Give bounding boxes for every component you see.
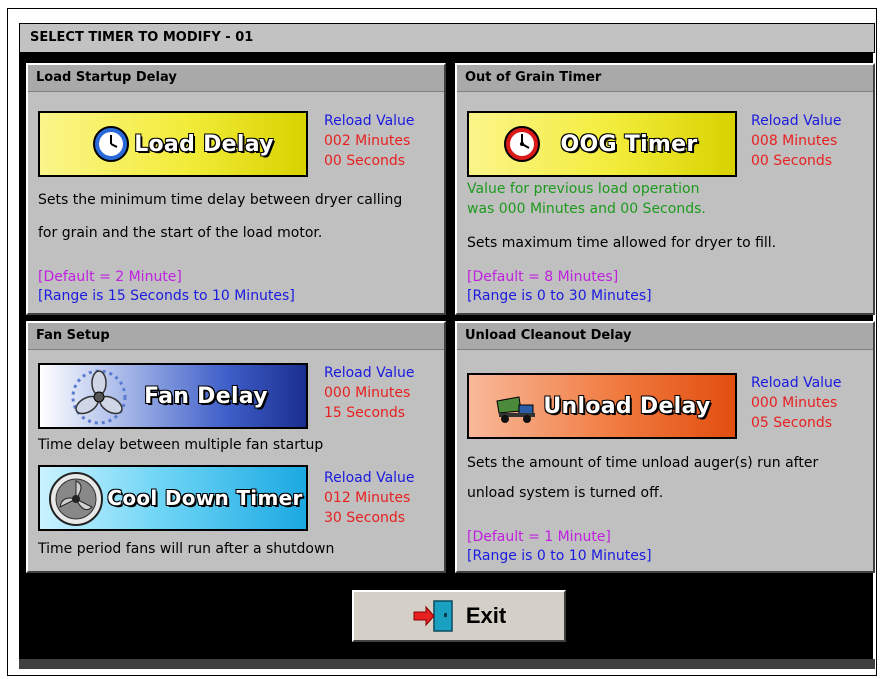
exit-button[interactable]: Exit: [352, 590, 566, 642]
panel-header-fan: Fan Setup: [28, 323, 444, 350]
load-default: [Default = 2 Minute]: [38, 269, 182, 285]
load-reload-value: Reload Value 002 Minutes 00 Seconds: [324, 111, 415, 171]
fan-icon: [71, 369, 127, 425]
cool-down-timer-label: Cool Down Timer: [107, 486, 303, 510]
exit-label: Exit: [465, 603, 507, 628]
oog-description: Sets maximum time allowed for dryer to f…: [467, 235, 777, 251]
previous-value-line-1: Value for previous load operation: [467, 181, 700, 197]
unload-description-2: unload system is turned off.: [467, 485, 664, 501]
load-range: [Range is 15 Seconds to 10 Minutes]: [38, 288, 295, 304]
load-startup-delay-panel: Load Startup Delay Load Delay Reload Val…: [26, 63, 446, 315]
out-of-grain-timer-panel: Out of Grain Timer OOG Timer Reload Valu…: [455, 63, 875, 315]
oog-range: [Range is 0 to 30 Minutes]: [467, 288, 652, 304]
reload-minutes: 012 Minutes: [324, 490, 411, 506]
fan-delay-label: Fan Delay: [144, 383, 268, 409]
load-description-1: Sets the minimum time delay between drye…: [38, 192, 403, 208]
fan-delay-button[interactable]: Fan Delay: [38, 363, 308, 429]
load-delay-label: Load Delay: [134, 131, 274, 157]
cool-reload-value: Reload Value 012 Minutes 30 Seconds: [324, 468, 415, 528]
reload-seconds: 00 Seconds: [751, 153, 833, 169]
load-description-2: for grain and the start of the load moto…: [38, 225, 323, 241]
oog-timer-label: OOG Timer: [560, 131, 698, 157]
unload-reload-value: Reload Value 000 Minutes 05 Seconds: [751, 373, 842, 433]
reload-seconds: 15 Seconds: [324, 405, 406, 421]
oog-reload-value: Reload Value 008 Minutes 00 Seconds: [751, 111, 842, 171]
reload-seconds: 00 Seconds: [324, 153, 406, 169]
load-delay-button[interactable]: Load Delay: [38, 111, 308, 177]
clock-icon: [93, 126, 129, 162]
timer-window: SELECT TIMER TO MODIFY - 01 Load Startup…: [19, 23, 875, 669]
cooling-fan-icon: [49, 472, 103, 526]
reload-label: Reload Value: [324, 470, 415, 486]
exit-door-icon: [413, 600, 453, 632]
unload-delay-button[interactable]: Unload Delay: [467, 373, 737, 439]
fan-reload-value: Reload Value 000 Minutes 15 Seconds: [324, 363, 415, 423]
reload-minutes: 008 Minutes: [751, 133, 838, 149]
unload-description-1: Sets the amount of time unload auger(s) …: [467, 455, 819, 471]
reload-label: Reload Value: [751, 375, 842, 391]
reload-label: Reload Value: [324, 113, 415, 129]
previous-value-line-2: was 000 Minutes and 00 Seconds.: [467, 201, 706, 217]
reload-label: Reload Value: [324, 365, 415, 381]
oog-timer-button[interactable]: OOG Timer: [467, 111, 737, 177]
dump-truck-icon: [496, 396, 535, 423]
unload-cleanout-delay-panel: Unload Cleanout Delay Unload Delay Reloa…: [455, 321, 875, 573]
unload-range: [Range is 0 to 10 Minutes]: [467, 548, 652, 564]
reload-minutes: 000 Minutes: [751, 395, 838, 411]
panel-header-oog: Out of Grain Timer: [457, 65, 873, 92]
stopwatch-icon: [504, 126, 540, 162]
fan-description: Time delay between multiple fan startup: [38, 437, 324, 453]
unload-default: [Default = 1 Minute]: [467, 529, 611, 545]
reload-seconds: 30 Seconds: [324, 510, 406, 526]
oog-default: [Default = 8 Minutes]: [467, 269, 619, 285]
cool-down-timer-button[interactable]: Cool Down Timer: [38, 465, 308, 531]
fan-setup-panel: Fan Setup Fan Delay Reload Value 000 Min…: [26, 321, 446, 573]
reload-minutes: 000 Minutes: [324, 385, 411, 401]
panel-header-unload: Unload Cleanout Delay: [457, 323, 873, 350]
window-title: SELECT TIMER TO MODIFY - 01: [19, 23, 875, 53]
bottom-bar: [19, 659, 875, 669]
unload-delay-label: Unload Delay: [543, 393, 711, 419]
cool-down-description: Time period fans will run after a shutdo…: [38, 541, 335, 557]
panel-header-load: Load Startup Delay: [28, 65, 444, 92]
reload-minutes: 002 Minutes: [324, 133, 411, 149]
reload-label: Reload Value: [751, 113, 842, 129]
reload-seconds: 05 Seconds: [751, 415, 833, 431]
